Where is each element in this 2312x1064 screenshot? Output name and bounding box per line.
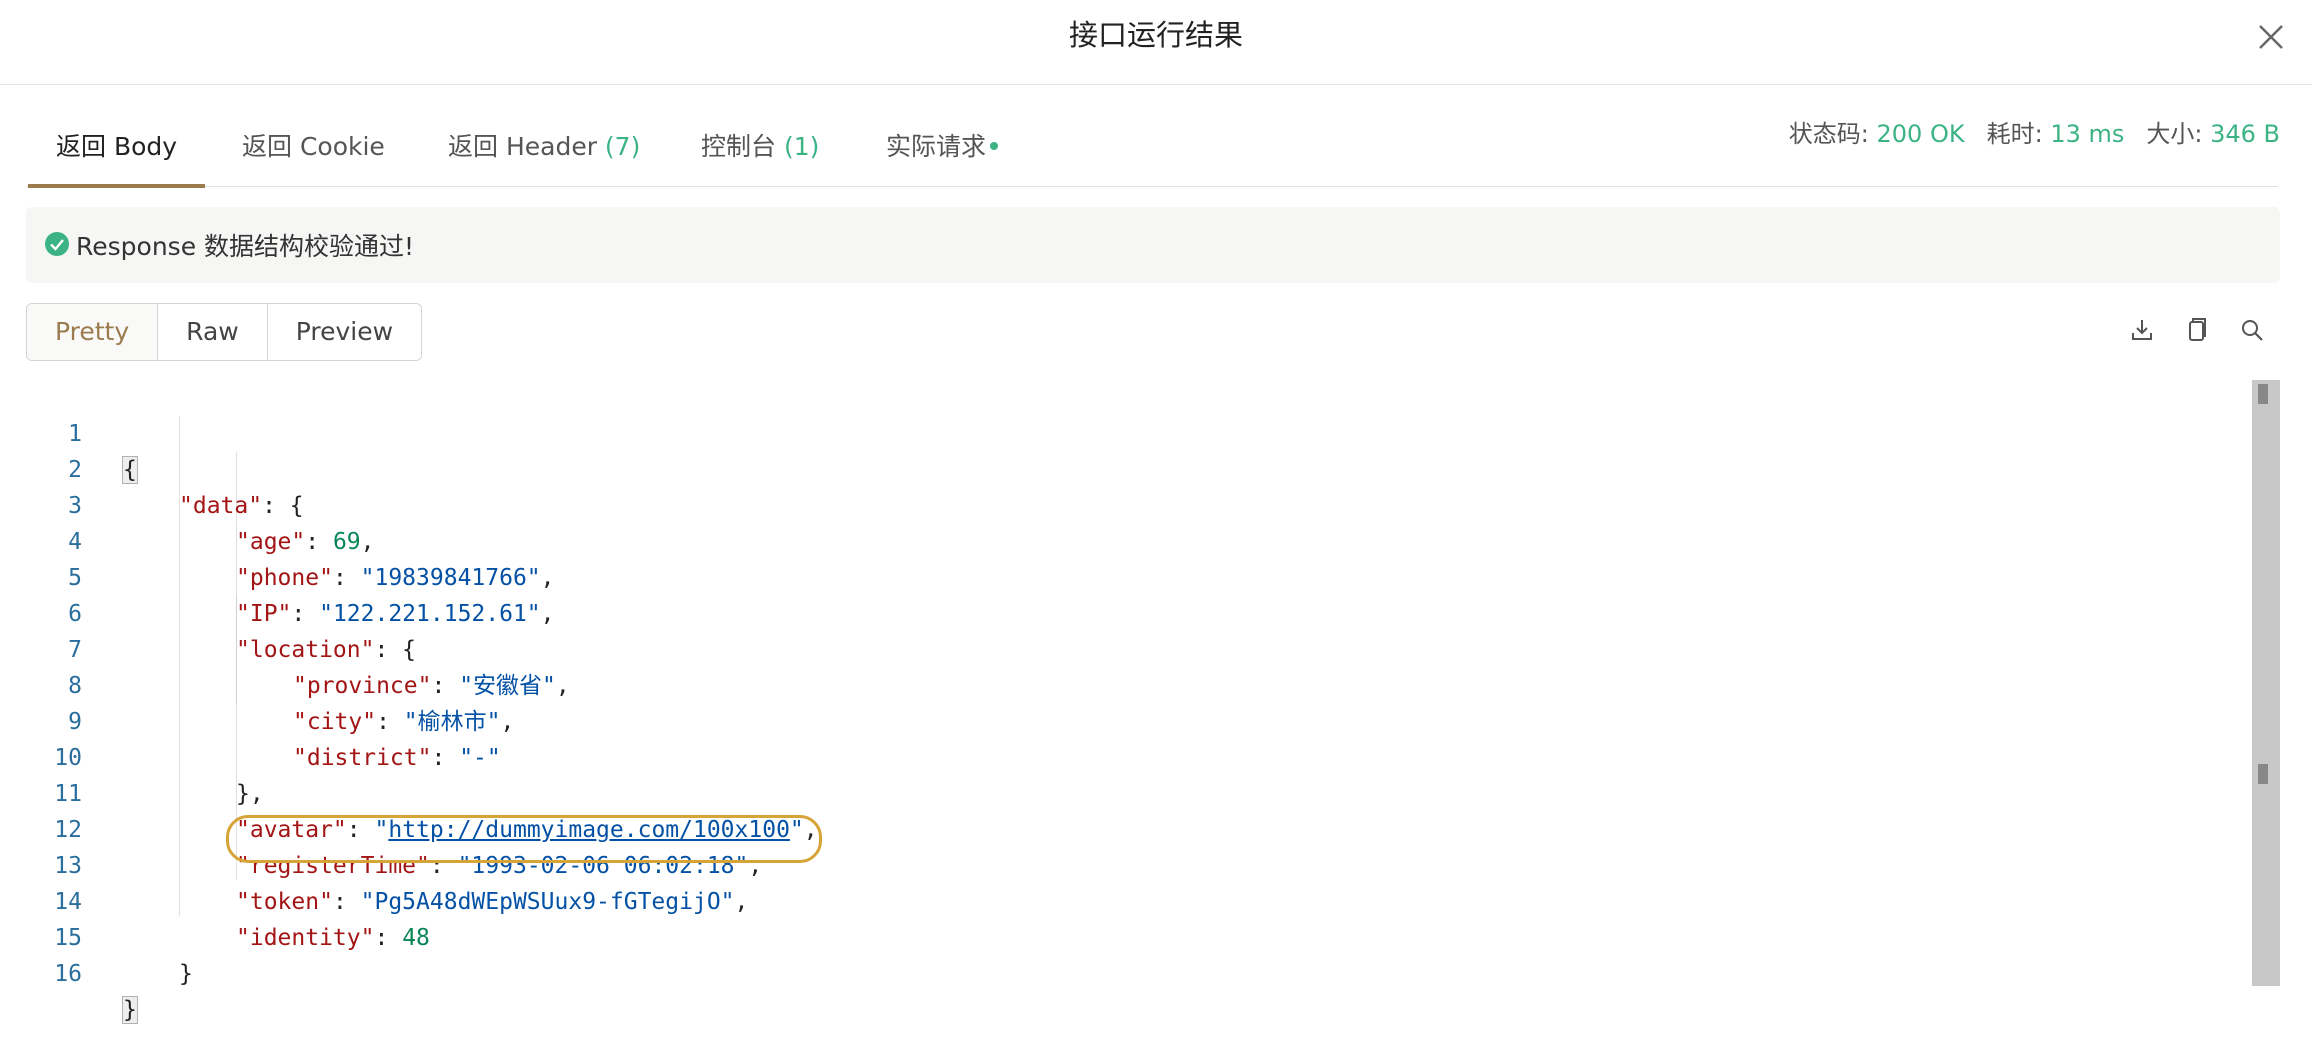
close-brace: }	[122, 996, 138, 1024]
pretty-button[interactable]: Pretty	[27, 304, 159, 360]
tab-console[interactable]: 控制台 (1)	[701, 118, 819, 186]
code-line: 4 "phone": "19839841766",	[26, 488, 554, 591]
json-key: "age"	[236, 529, 306, 555]
dialog-title: 接口运行结果	[1068, 18, 1243, 52]
tab-header-label: 返回 Header	[448, 132, 605, 161]
tab-console-count: (1)	[783, 132, 820, 161]
tab-actual-request[interactable]: 实际请求	[886, 118, 999, 186]
code-line: 13 "token": "Pg5A48dWEpWSUux9-fGTegijO",	[26, 812, 748, 915]
scrollbar-marker	[2258, 764, 2268, 784]
validation-message: Response 数据结构校验通过!	[76, 232, 415, 261]
code-line: 9 "district": "-"	[26, 668, 501, 771]
code-line: 11 "avatar": "http://dummyimage.com/100x…	[26, 740, 817, 843]
json-string: "榆林市"	[403, 709, 501, 735]
json-key: "district"	[293, 745, 432, 771]
close-icon	[2259, 25, 2283, 49]
code-line: 2 "data": {	[26, 416, 304, 519]
json-string: "安徽省"	[459, 673, 556, 699]
code-line: 5 "IP": "122.221.152.61",	[26, 524, 554, 627]
code-line: 1 {	[26, 380, 138, 484]
close-button[interactable]	[2254, 20, 2288, 54]
time-label: 耗时:	[1986, 120, 2051, 148]
json-key: "identity"	[236, 925, 375, 951]
code-line: 14 "identity": 48	[26, 848, 430, 951]
json-string: "Pg5A48dWEpWSUux9-fGTegijO"	[360, 889, 735, 915]
tab-cookie[interactable]: 返回 Cookie	[242, 118, 385, 186]
code-line: 12 "registerTime": "1993-02-06 06:02:18"…	[26, 776, 762, 879]
time-value: 13 ms	[2050, 120, 2125, 148]
vertical-scrollbar[interactable]	[2252, 380, 2280, 986]
json-key: "IP"	[236, 601, 292, 627]
tab-body[interactable]: 返回 Body	[27, 118, 206, 188]
json-number: 69	[332, 529, 361, 555]
size-value: 346 B	[2210, 120, 2280, 148]
json-string: "19839841766"	[360, 565, 541, 591]
tab-console-label: 控制台	[701, 132, 784, 161]
dialog-header: 接口运行结果	[0, 0, 2312, 85]
preview-button[interactable]: Preview	[267, 304, 422, 360]
json-number: 48	[402, 925, 430, 951]
code-line: 7 "province": "安徽省",	[26, 596, 570, 699]
json-string: "-"	[459, 745, 501, 771]
json-key: "city"	[293, 709, 377, 735]
format-toggle: Pretty Raw Preview	[26, 303, 423, 361]
download-icon[interactable]	[2126, 314, 2158, 346]
token-highlight-annotation	[226, 815, 822, 863]
json-key: "location"	[236, 637, 375, 663]
scrollbar-marker	[2258, 384, 2268, 404]
code-line: 10 },	[26, 704, 263, 807]
json-key: "token"	[236, 889, 333, 915]
tab-header[interactable]: 返回 Header (7)	[448, 118, 640, 186]
open-brace: {	[122, 456, 138, 484]
json-key: "phone"	[236, 565, 333, 591]
code-line: 8 "city": "榆林市",	[26, 632, 514, 735]
json-key: "data"	[179, 493, 263, 519]
tab-cookie-label: 返回 Cookie	[242, 132, 385, 161]
code-viewer[interactable]: 1 { 2 "data": { 3 "age": 69, 4 "phone": …	[26, 380, 2252, 1024]
validation-banner: Response 数据结构校验通过!	[26, 207, 2280, 283]
json-string: "122.221.152.61"	[319, 601, 541, 627]
status-code-label: 状态码:	[1788, 120, 1877, 148]
status-code-value: 200 OK	[1876, 120, 1965, 148]
size-label: 大小:	[2146, 120, 2211, 148]
code-line: 15 }	[26, 884, 193, 987]
tab-body-label: 返回 Body	[56, 132, 178, 161]
indicator-dot-icon	[990, 142, 999, 150]
json-key: "province"	[293, 673, 432, 699]
response-status: 状态码: 200 OK 耗时: 13 ms 大小: 346 B	[1789, 114, 2280, 149]
tab-actual-request-label: 实际请求	[886, 132, 987, 161]
copy-icon[interactable]	[2180, 314, 2212, 346]
code-line: 6 "location": {	[26, 560, 416, 663]
search-icon[interactable]	[2236, 314, 2268, 346]
raw-button[interactable]: Raw	[158, 304, 268, 360]
code-line: 3 "age": 69,	[26, 452, 374, 555]
tab-header-count: (7)	[604, 132, 641, 161]
line-number: 16	[54, 961, 82, 987]
check-circle-icon	[45, 232, 69, 256]
code-line: 16 }	[26, 920, 138, 1024]
